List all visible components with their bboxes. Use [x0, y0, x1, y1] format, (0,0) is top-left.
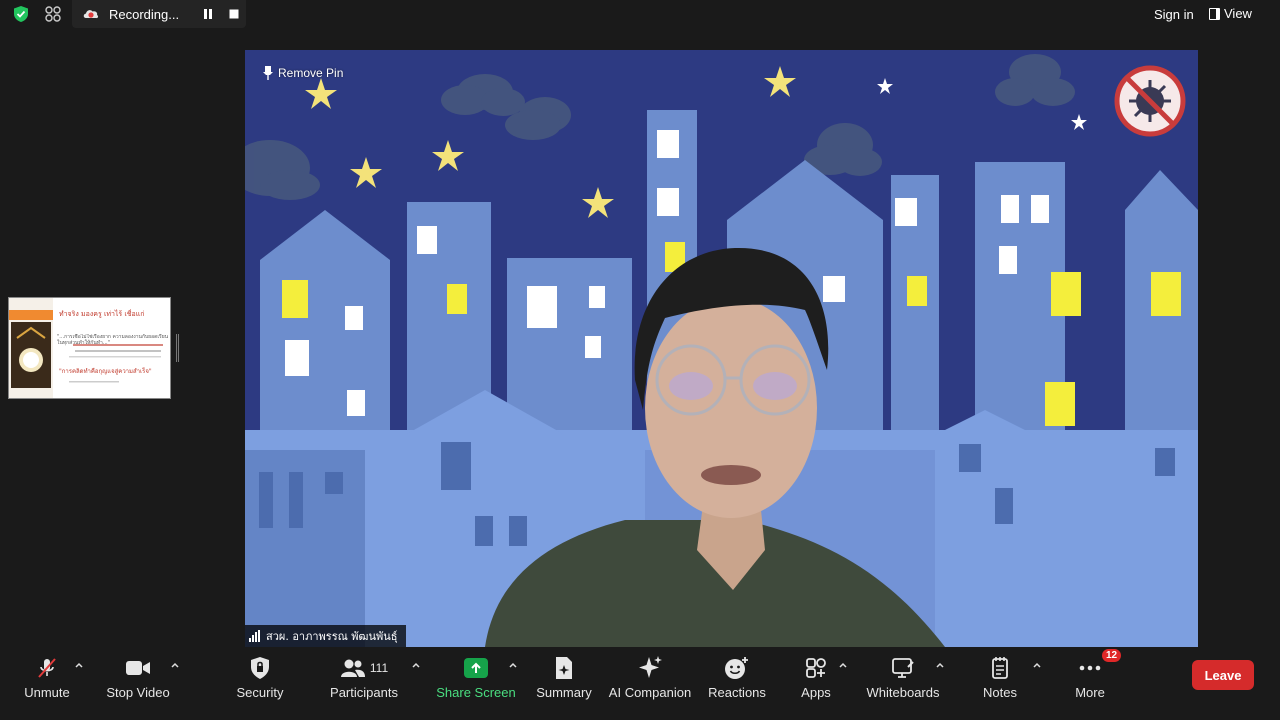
reactions-button[interactable]: Reactions: [706, 648, 768, 708]
stop-video-button[interactable]: Stop Video: [102, 648, 174, 708]
whiteboard-icon: [892, 658, 914, 678]
remove-pin-label: Remove Pin: [278, 66, 344, 80]
unmute-button[interactable]: Unmute: [20, 648, 74, 708]
reactions-smiley-icon: [725, 657, 748, 679]
apps-button[interactable]: Apps: [796, 648, 836, 708]
zoom-meeting-window: Recording... Sign in View ทำจริง มองครู …: [0, 0, 1280, 720]
participant-name: สวผ. อาภาพรรณ พัฒนพันธุ์: [266, 630, 398, 643]
view-button[interactable]: View: [1209, 6, 1252, 21]
notes-icon: [992, 657, 1008, 679]
ai-companion-button[interactable]: AI Companion: [608, 648, 692, 708]
security-button[interactable]: Security: [232, 648, 288, 708]
security-label: Security: [236, 685, 284, 700]
reactions-label: Reactions: [708, 685, 766, 700]
participant-thumbnail[interactable]: ทำจริง มองครู เท่าไร้ เชื่อแก่ "...การเช…: [8, 297, 171, 399]
participants-icon: [340, 659, 365, 677]
summary-document-icon: [556, 657, 572, 679]
microphone-muted-icon: [38, 658, 56, 678]
remove-pin-button[interactable]: Remove Pin: [263, 66, 343, 80]
sign-in-link[interactable]: Sign in: [1154, 7, 1194, 22]
apps-options-chevron-icon[interactable]: [838, 660, 848, 670]
pinned-video[interactable]: Remove Pin สวผ. อาภาพรรณ พัฒนพันธุ์: [245, 50, 1198, 647]
view-layout-icon: [1209, 7, 1220, 20]
more-ellipsis-icon: [1079, 665, 1101, 671]
audio-options-chevron-icon[interactable]: [74, 660, 84, 670]
stop-video-label: Stop Video: [106, 685, 170, 700]
meeting-toolbar: Unmute Stop Video Security 111 Participa…: [0, 648, 1280, 720]
ai-sparkle-icon: [639, 656, 662, 678]
gallery-grid-icon[interactable]: [44, 5, 62, 23]
leave-button[interactable]: Leave: [1192, 660, 1254, 690]
pause-recording-icon[interactable]: [202, 8, 214, 20]
pin-icon: [263, 66, 273, 80]
summary-label: Summary: [536, 685, 592, 700]
video-camera-icon: [126, 661, 150, 675]
virtual-background-city-night: [245, 50, 1198, 647]
thumbnail-title: ทำจริง มองครู เท่าไร้ เชื่อแก่: [59, 310, 145, 318]
participants-count: 111: [369, 661, 389, 675]
notes-label: Notes: [983, 685, 1017, 700]
connection-signal-icon: [249, 630, 260, 642]
share-screen-icon: [464, 658, 488, 678]
more-notification-badge: 12: [1102, 649, 1122, 662]
encryption-shield-icon[interactable]: [12, 5, 30, 23]
unmute-label: Unmute: [24, 685, 70, 700]
cloud-recording-icon: [83, 10, 99, 19]
participant-name-tag: สวผ. อาภาพรรณ พัฒนพันธุ์: [245, 625, 406, 647]
more-button[interactable]: 12 More: [1070, 648, 1122, 708]
participants-button[interactable]: 111 Participants: [328, 648, 400, 708]
share-options-chevron-icon[interactable]: [508, 660, 518, 670]
security-shield-icon: [251, 657, 269, 679]
apps-icon: [806, 658, 826, 678]
top-bar: Recording... Sign in View: [0, 0, 1280, 30]
ai-companion-label: AI Companion: [608, 685, 692, 700]
participants-label: Participants: [330, 685, 398, 700]
more-label: More: [1075, 685, 1105, 700]
video-options-chevron-icon[interactable]: [170, 660, 180, 670]
participants-options-chevron-icon[interactable]: [411, 660, 421, 670]
whiteboards-options-chevron-icon[interactable]: [935, 660, 945, 670]
recording-indicator: Recording...: [72, 0, 246, 28]
share-screen-button[interactable]: Share Screen: [436, 648, 516, 708]
recording-label: Recording...: [109, 7, 180, 22]
apps-label: Apps: [801, 685, 831, 700]
whiteboards-button[interactable]: Whiteboards: [864, 648, 942, 708]
share-screen-label: Share Screen: [436, 685, 516, 700]
stop-recording-icon[interactable]: [228, 8, 240, 20]
view-label: View: [1224, 6, 1252, 21]
notes-options-chevron-icon[interactable]: [1032, 660, 1042, 670]
notes-button[interactable]: Notes: [980, 648, 1020, 708]
whiteboards-label: Whiteboards: [866, 685, 940, 700]
thumbnail-footer: "การคลิดทำคือกุญแจสู่ความสำเร็จ": [59, 368, 152, 375]
summary-button[interactable]: Summary: [534, 648, 594, 708]
no-virus-sign: [1114, 65, 1186, 137]
thumbnail-quote: "...การเชื่อไม่ใช่เรื่องยาก ความลองงานกั…: [57, 334, 169, 346]
thumbnail-drag-handle[interactable]: [176, 334, 179, 362]
